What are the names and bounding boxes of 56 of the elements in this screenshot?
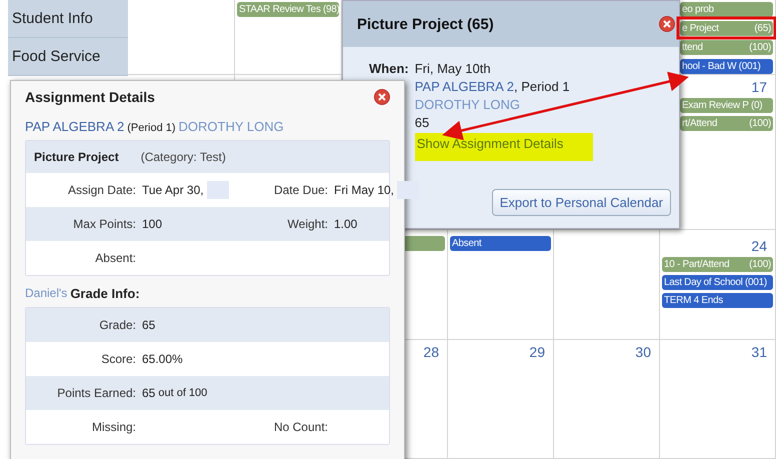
field-value: 1.00 xyxy=(334,217,358,231)
day-number: 28 xyxy=(422,343,440,360)
event-date: Fri, May 10th xyxy=(414,61,491,76)
field-label: Max Points: xyxy=(73,217,136,231)
field-value: 65 xyxy=(142,318,156,332)
sidebar-item[interactable]: Student Info xyxy=(8,0,128,38)
calendar-event[interactable]: STAAR Review Tes (98) xyxy=(237,2,339,17)
student-name: Daniel's xyxy=(25,286,68,301)
export-button[interactable]: Export to Personal Calendar xyxy=(492,189,671,216)
calendar-event[interactable]: hool - Bad W (001) xyxy=(680,59,773,74)
when-label: When: xyxy=(369,61,409,76)
calendar-event[interactable]: e Project (65) xyxy=(680,21,773,36)
day-number: 17 xyxy=(750,78,768,95)
course-link[interactable]: PAP ALGEBRA 2 xyxy=(414,79,514,94)
field-label: Assign Date: xyxy=(68,183,136,197)
teacher-name: DOROTHY LONG xyxy=(178,119,284,134)
field-label: Absent: xyxy=(95,251,136,265)
dialog-title: Assignment Details xyxy=(25,89,155,105)
day-number: 31 xyxy=(750,343,768,360)
field-value: 100 xyxy=(142,217,162,231)
calendar-event[interactable]: Last Day of School (001) xyxy=(662,275,773,290)
field-label: Score: xyxy=(101,352,136,366)
assignment-name: Picture Project xyxy=(34,150,119,164)
period-text: (Period 1) xyxy=(127,122,176,134)
field-label: Missing: xyxy=(92,420,136,434)
day-number: 29 xyxy=(528,343,546,360)
calendar-event[interactable]: TERM 4 Ends xyxy=(662,293,773,308)
field-label: Date Due: xyxy=(274,183,328,197)
field-value: Tue Apr 30, xyxy=(142,183,204,197)
close-icon[interactable] xyxy=(374,89,390,105)
course-link[interactable]: PAP ALGEBRA 2 xyxy=(25,119,124,134)
sidebar-item[interactable]: Food Service xyxy=(8,38,128,76)
teacher-name: DOROTHY LONG xyxy=(414,97,520,112)
field-label: Points Earned: xyxy=(57,386,136,400)
field-value: 65 xyxy=(142,386,156,400)
day-number: 24 xyxy=(750,237,768,254)
calendar-event[interactable]: ttend (100) xyxy=(680,40,773,55)
day-number: 30 xyxy=(634,343,652,360)
calendar-event[interactable]: Exam Review P (0) xyxy=(680,98,773,113)
popup-title: Picture Project (65) xyxy=(357,16,494,32)
calendar-event[interactable]: Absent xyxy=(450,236,551,251)
field-suffix: out of 100 xyxy=(158,387,208,399)
field-value: Fri May 10, xyxy=(334,183,394,197)
field-label: Weight: xyxy=(288,217,328,231)
field-value: 65.00% xyxy=(142,352,183,366)
section-heading: Grade Info: xyxy=(70,286,140,301)
field-label: Grade: xyxy=(99,318,136,332)
grade-value: 65 xyxy=(414,115,430,130)
calendar-event[interactable]: rt/Attend (100) xyxy=(680,116,773,131)
close-icon[interactable] xyxy=(659,16,675,32)
category-text: (Category: Test) xyxy=(140,150,226,164)
field-label: No Count: xyxy=(274,420,328,434)
calendar-event[interactable]: 10 - Part/Attend (100) xyxy=(662,257,773,272)
show-details-link[interactable]: Show Assignment Details xyxy=(414,133,594,161)
period-text: , Period 1 xyxy=(514,79,570,94)
calendar-event[interactable]: eo prob xyxy=(680,2,773,17)
